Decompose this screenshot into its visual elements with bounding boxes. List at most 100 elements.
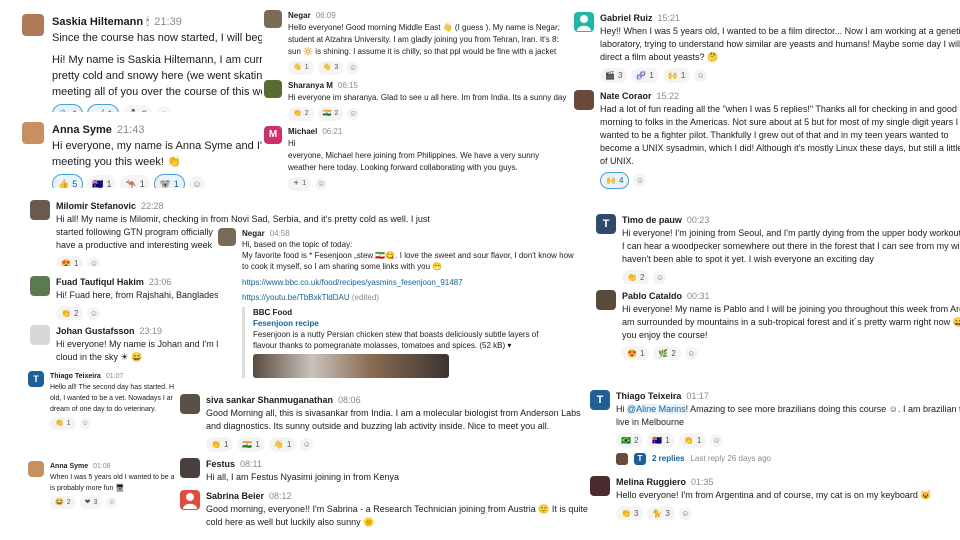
reaction[interactable]: 👍 5 (52, 174, 84, 188)
timestamp[interactable]: 01:17 (686, 391, 709, 401)
reaction[interactable]: 👏 1 (50, 417, 76, 430)
timestamp[interactable]: 01:08 (93, 463, 111, 470)
avatar[interactable] (30, 325, 50, 345)
reaction[interactable]: 👏 2 (622, 270, 650, 284)
reaction[interactable]: 🇦🇺 1 (647, 433, 675, 448)
avatar[interactable] (22, 14, 44, 36)
reaction[interactable]: 🎬 3 (600, 68, 628, 83)
add-reaction-icon[interactable]: ☺ (106, 497, 118, 508)
reaction[interactable]: 👋 3 (317, 61, 344, 75)
avatar[interactable] (30, 200, 50, 220)
reaction[interactable]: 🙌 4 (600, 172, 630, 189)
add-reaction-icon[interactable]: ☺ (87, 257, 101, 266)
reaction[interactable]: 👏 1 (206, 437, 234, 452)
add-reaction-icon[interactable]: ☺ (710, 434, 724, 447)
add-reaction-icon[interactable]: ☺ (87, 307, 101, 320)
add-reaction-icon[interactable]: ☺ (315, 178, 328, 190)
timestamp[interactable]: 23:19 (140, 326, 163, 336)
author-name[interactable]: Nate Coraor (600, 91, 652, 101)
timestamp[interactable]: 04:58 (270, 229, 290, 238)
reaction[interactable]: ⛸1 (52, 104, 84, 112)
reaction[interactable]: 🇧🇷 2 (616, 433, 644, 448)
avatar[interactable] (574, 90, 594, 110)
reaction[interactable]: 🌿 2 (653, 346, 681, 360)
author-name[interactable]: Melina Ruggiero (616, 477, 686, 487)
add-reaction-icon[interactable]: ☺ (653, 271, 667, 284)
avatar[interactable] (596, 290, 616, 310)
timestamp[interactable]: 01:07 (106, 373, 124, 380)
avatar[interactable]: T (590, 390, 610, 410)
author-name[interactable]: Thiago Teixeira (616, 391, 681, 401)
reaction[interactable]: 🇦🇺 1 (87, 175, 117, 188)
reaction[interactable]: ☀ 1 (288, 177, 312, 191)
timestamp[interactable]: 23:06 (149, 277, 172, 287)
timestamp[interactable]: 08:11 (240, 459, 262, 469)
reaction[interactable]: 🇮🇳 2 (317, 107, 344, 121)
timestamp[interactable]: 21:39 (154, 16, 182, 28)
add-reaction-icon[interactable]: ☺ (678, 507, 692, 520)
author-name[interactable]: Festus (206, 459, 235, 469)
reaction[interactable]: 👏 2 (56, 306, 84, 320)
preview-title[interactable]: Fesenjoon recipe (253, 318, 586, 329)
author-name[interactable]: Michael (288, 127, 317, 136)
author-name[interactable]: Milomir Stefanovic (56, 201, 136, 211)
add-reaction-icon[interactable]: ☺ (347, 108, 360, 120)
reaction[interactable]: 👏 3 (616, 506, 644, 520)
add-reaction-icon[interactable]: ☺ (79, 418, 91, 429)
author-name[interactable]: Sharanya M (288, 81, 333, 90)
add-reaction-icon[interactable]: ☺ (633, 174, 647, 187)
avatar[interactable]: T (28, 371, 44, 387)
timestamp[interactable]: 22:28 (141, 201, 164, 211)
timestamp[interactable]: 01:35 (691, 477, 714, 487)
add-reaction-icon[interactable]: ☺ (300, 438, 314, 451)
reaction[interactable]: 🏒1 (87, 104, 119, 112)
author-name[interactable]: Negar (288, 11, 311, 20)
timestamp[interactable]: 00:23 (687, 215, 710, 225)
add-reaction-icon[interactable]: ☺ (155, 106, 172, 112)
timestamp[interactable]: 06:09 (316, 11, 336, 20)
avatar[interactable] (218, 228, 236, 246)
avatar[interactable] (30, 276, 50, 296)
avatar[interactable] (590, 476, 610, 496)
avatar[interactable]: T (596, 214, 616, 234)
author-name[interactable]: Thiago Teixeira (50, 373, 101, 380)
avatar[interactable] (180, 458, 200, 478)
reaction[interactable]: 👏 1 (678, 433, 707, 448)
author-name[interactable]: Sabrina Beier (206, 491, 264, 501)
avatar[interactable]: M (264, 126, 282, 144)
avatar[interactable] (22, 122, 44, 144)
youtube-link[interactable]: https://youtu.be/TbBxkTldDAU (242, 293, 350, 302)
timestamp[interactable]: 21:43 (117, 124, 145, 136)
avatar[interactable] (28, 461, 44, 477)
reaction[interactable]: 🐨 1 (153, 174, 185, 188)
timestamp[interactable]: 08:06 (338, 395, 361, 405)
author-name[interactable]: Negar (242, 229, 265, 238)
author-name[interactable]: Johan Gustafsson (56, 326, 135, 336)
add-reaction-icon[interactable]: ☺ (684, 347, 698, 360)
reaction[interactable]: ❤ 3 (79, 496, 103, 509)
avatar[interactable] (264, 80, 282, 98)
author-name[interactable]: Anna Syme (52, 124, 112, 136)
add-reaction-icon[interactable]: ☺ (188, 176, 205, 188)
user-mention[interactable]: @Aline Marins (627, 404, 686, 414)
timestamp[interactable]: 00:31 (687, 291, 710, 301)
timestamp[interactable]: 06:15 (338, 81, 358, 90)
reaction[interactable]: 😍 1 (622, 346, 650, 360)
timestamp[interactable]: 15:21 (658, 13, 681, 23)
reaction[interactable]: 👏 2 (288, 107, 314, 121)
reaction[interactable]: 😂 2 (50, 496, 76, 509)
thread-replies[interactable]: T 2 replies Last reply 26 days ago (616, 452, 960, 465)
reaction[interactable]: 🐈 3 (647, 506, 675, 520)
author-name[interactable]: Fuad Taufiqul Hakim (56, 277, 144, 287)
timestamp[interactable]: 08:12 (269, 491, 292, 501)
timestamp[interactable]: 06:21 (322, 127, 342, 136)
preview-image[interactable] (253, 354, 449, 378)
reaction[interactable]: 😍 1 (56, 256, 84, 266)
reaction[interactable]: 🇮🇳 1 (237, 437, 265, 452)
avatar[interactable] (180, 490, 200, 510)
add-reaction-icon[interactable]: ☺ (694, 69, 708, 82)
reaction[interactable]: 🦘 1 (120, 175, 150, 188)
timestamp[interactable]: 15:22 (657, 91, 680, 101)
author-name[interactable]: Saskia Hiltemann (52, 16, 143, 28)
author-name[interactable]: Anna Syme (50, 463, 88, 470)
